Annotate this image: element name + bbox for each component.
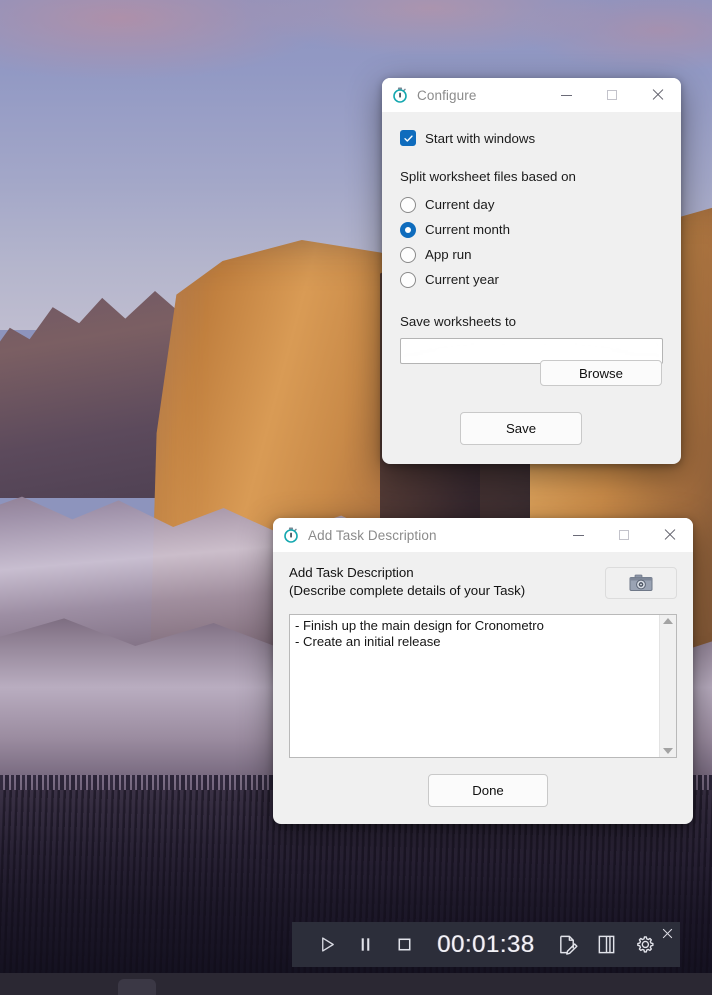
- camera-icon: [629, 574, 653, 591]
- close-icon: [652, 89, 664, 101]
- radio-label-current-month: Current month: [425, 222, 510, 237]
- taskbar[interactable]: [0, 973, 712, 995]
- radio-current-month[interactable]: [400, 221, 416, 238]
- configure-window-controls: [543, 78, 681, 112]
- done-button[interactable]: Done: [428, 774, 548, 807]
- play-icon: [321, 937, 334, 952]
- minimize-button[interactable]: [555, 518, 601, 552]
- start-with-windows-label: Start with windows: [425, 130, 536, 146]
- recorder-control-bar: 00:01:38: [292, 922, 680, 967]
- minimize-icon: [572, 534, 584, 536]
- close-control-bar-button[interactable]: [658, 924, 676, 942]
- radio-option-current-month[interactable]: Current month: [400, 217, 663, 242]
- maximize-button[interactable]: [589, 78, 635, 112]
- split-button[interactable]: [587, 922, 625, 967]
- radio-option-current-year[interactable]: Current year: [400, 267, 663, 292]
- minimize-button[interactable]: [543, 78, 589, 112]
- minimize-icon: [560, 94, 572, 96]
- save-button[interactable]: Save: [460, 412, 582, 445]
- stop-button[interactable]: [385, 922, 423, 967]
- scroll-up-icon[interactable]: [663, 618, 673, 625]
- configure-titlebar[interactable]: Configure: [382, 78, 681, 112]
- radio-current-day[interactable]: [400, 196, 416, 213]
- radio-label-app-run: App run: [425, 247, 472, 262]
- stopwatch-icon: [392, 87, 408, 103]
- taskbar-app-button[interactable]: [118, 979, 156, 995]
- description-text[interactable]: - Finish up the main design for Cronomet…: [290, 615, 659, 757]
- split-column-icon: [598, 935, 615, 954]
- task-heading-line2: (Describe complete details of your Task): [289, 582, 526, 598]
- stop-icon: [398, 938, 411, 951]
- gear-icon: [636, 935, 654, 953]
- screenshot-button[interactable]: [605, 567, 677, 599]
- configure-title: Configure: [417, 87, 477, 103]
- stopwatch-icon: [283, 527, 299, 543]
- task-title: Add Task Description: [308, 527, 437, 543]
- task-heading: Add Task Description (Describe complete …: [289, 564, 525, 599]
- maximize-icon: [619, 530, 629, 540]
- start-with-windows-checkbox[interactable]: [400, 130, 416, 146]
- check-icon: [403, 134, 413, 142]
- task-window-controls: [555, 518, 693, 552]
- task-heading-line1: Add Task Description: [289, 565, 414, 580]
- elapsed-time: 00:01:38: [437, 930, 535, 958]
- close-button[interactable]: [635, 78, 681, 112]
- pause-icon: [361, 938, 370, 951]
- split-section-label: Split worksheet files based on: [400, 169, 576, 184]
- description-textarea[interactable]: - Finish up the main design for Cronomet…: [289, 614, 677, 759]
- browse-button[interactable]: Browse: [540, 360, 662, 386]
- radio-current-year[interactable]: [400, 271, 416, 288]
- close-button[interactable]: [647, 518, 693, 552]
- scroll-down-icon[interactable]: [663, 748, 673, 755]
- radio-option-app-run[interactable]: App run: [400, 242, 663, 267]
- task-titlebar[interactable]: Add Task Description: [273, 518, 693, 552]
- radio-label-current-year: Current year: [425, 272, 499, 287]
- add-task-description-window: Add Task Description Add Task Descriptio…: [273, 518, 693, 824]
- task-heading-row: Add Task Description (Describe complete …: [289, 564, 677, 599]
- configure-window: Configure Start with windows Split works…: [382, 78, 681, 464]
- save-path-redaction: [404, 342, 659, 360]
- add-note-button[interactable]: [549, 922, 587, 967]
- play-button[interactable]: [308, 922, 346, 967]
- note-edit-icon: [560, 935, 578, 955]
- radio-app-run[interactable]: [400, 246, 416, 263]
- pause-button[interactable]: [346, 922, 384, 967]
- description-scrollbar[interactable]: [659, 615, 676, 758]
- task-body: Add Task Description (Describe complete …: [273, 552, 693, 759]
- desktop: Configure Start with windows Split works…: [0, 0, 712, 995]
- start-with-windows-row[interactable]: Start with windows: [400, 130, 663, 146]
- save-path-label: Save worksheets to: [400, 314, 517, 329]
- radio-option-current-day[interactable]: Current day: [400, 192, 663, 217]
- configure-body: Start with windows Split worksheet files…: [382, 112, 681, 364]
- maximize-icon: [607, 90, 617, 100]
- close-icon: [664, 529, 676, 541]
- maximize-button[interactable]: [601, 518, 647, 552]
- close-icon: [662, 928, 672, 938]
- radio-label-current-day: Current day: [425, 197, 495, 212]
